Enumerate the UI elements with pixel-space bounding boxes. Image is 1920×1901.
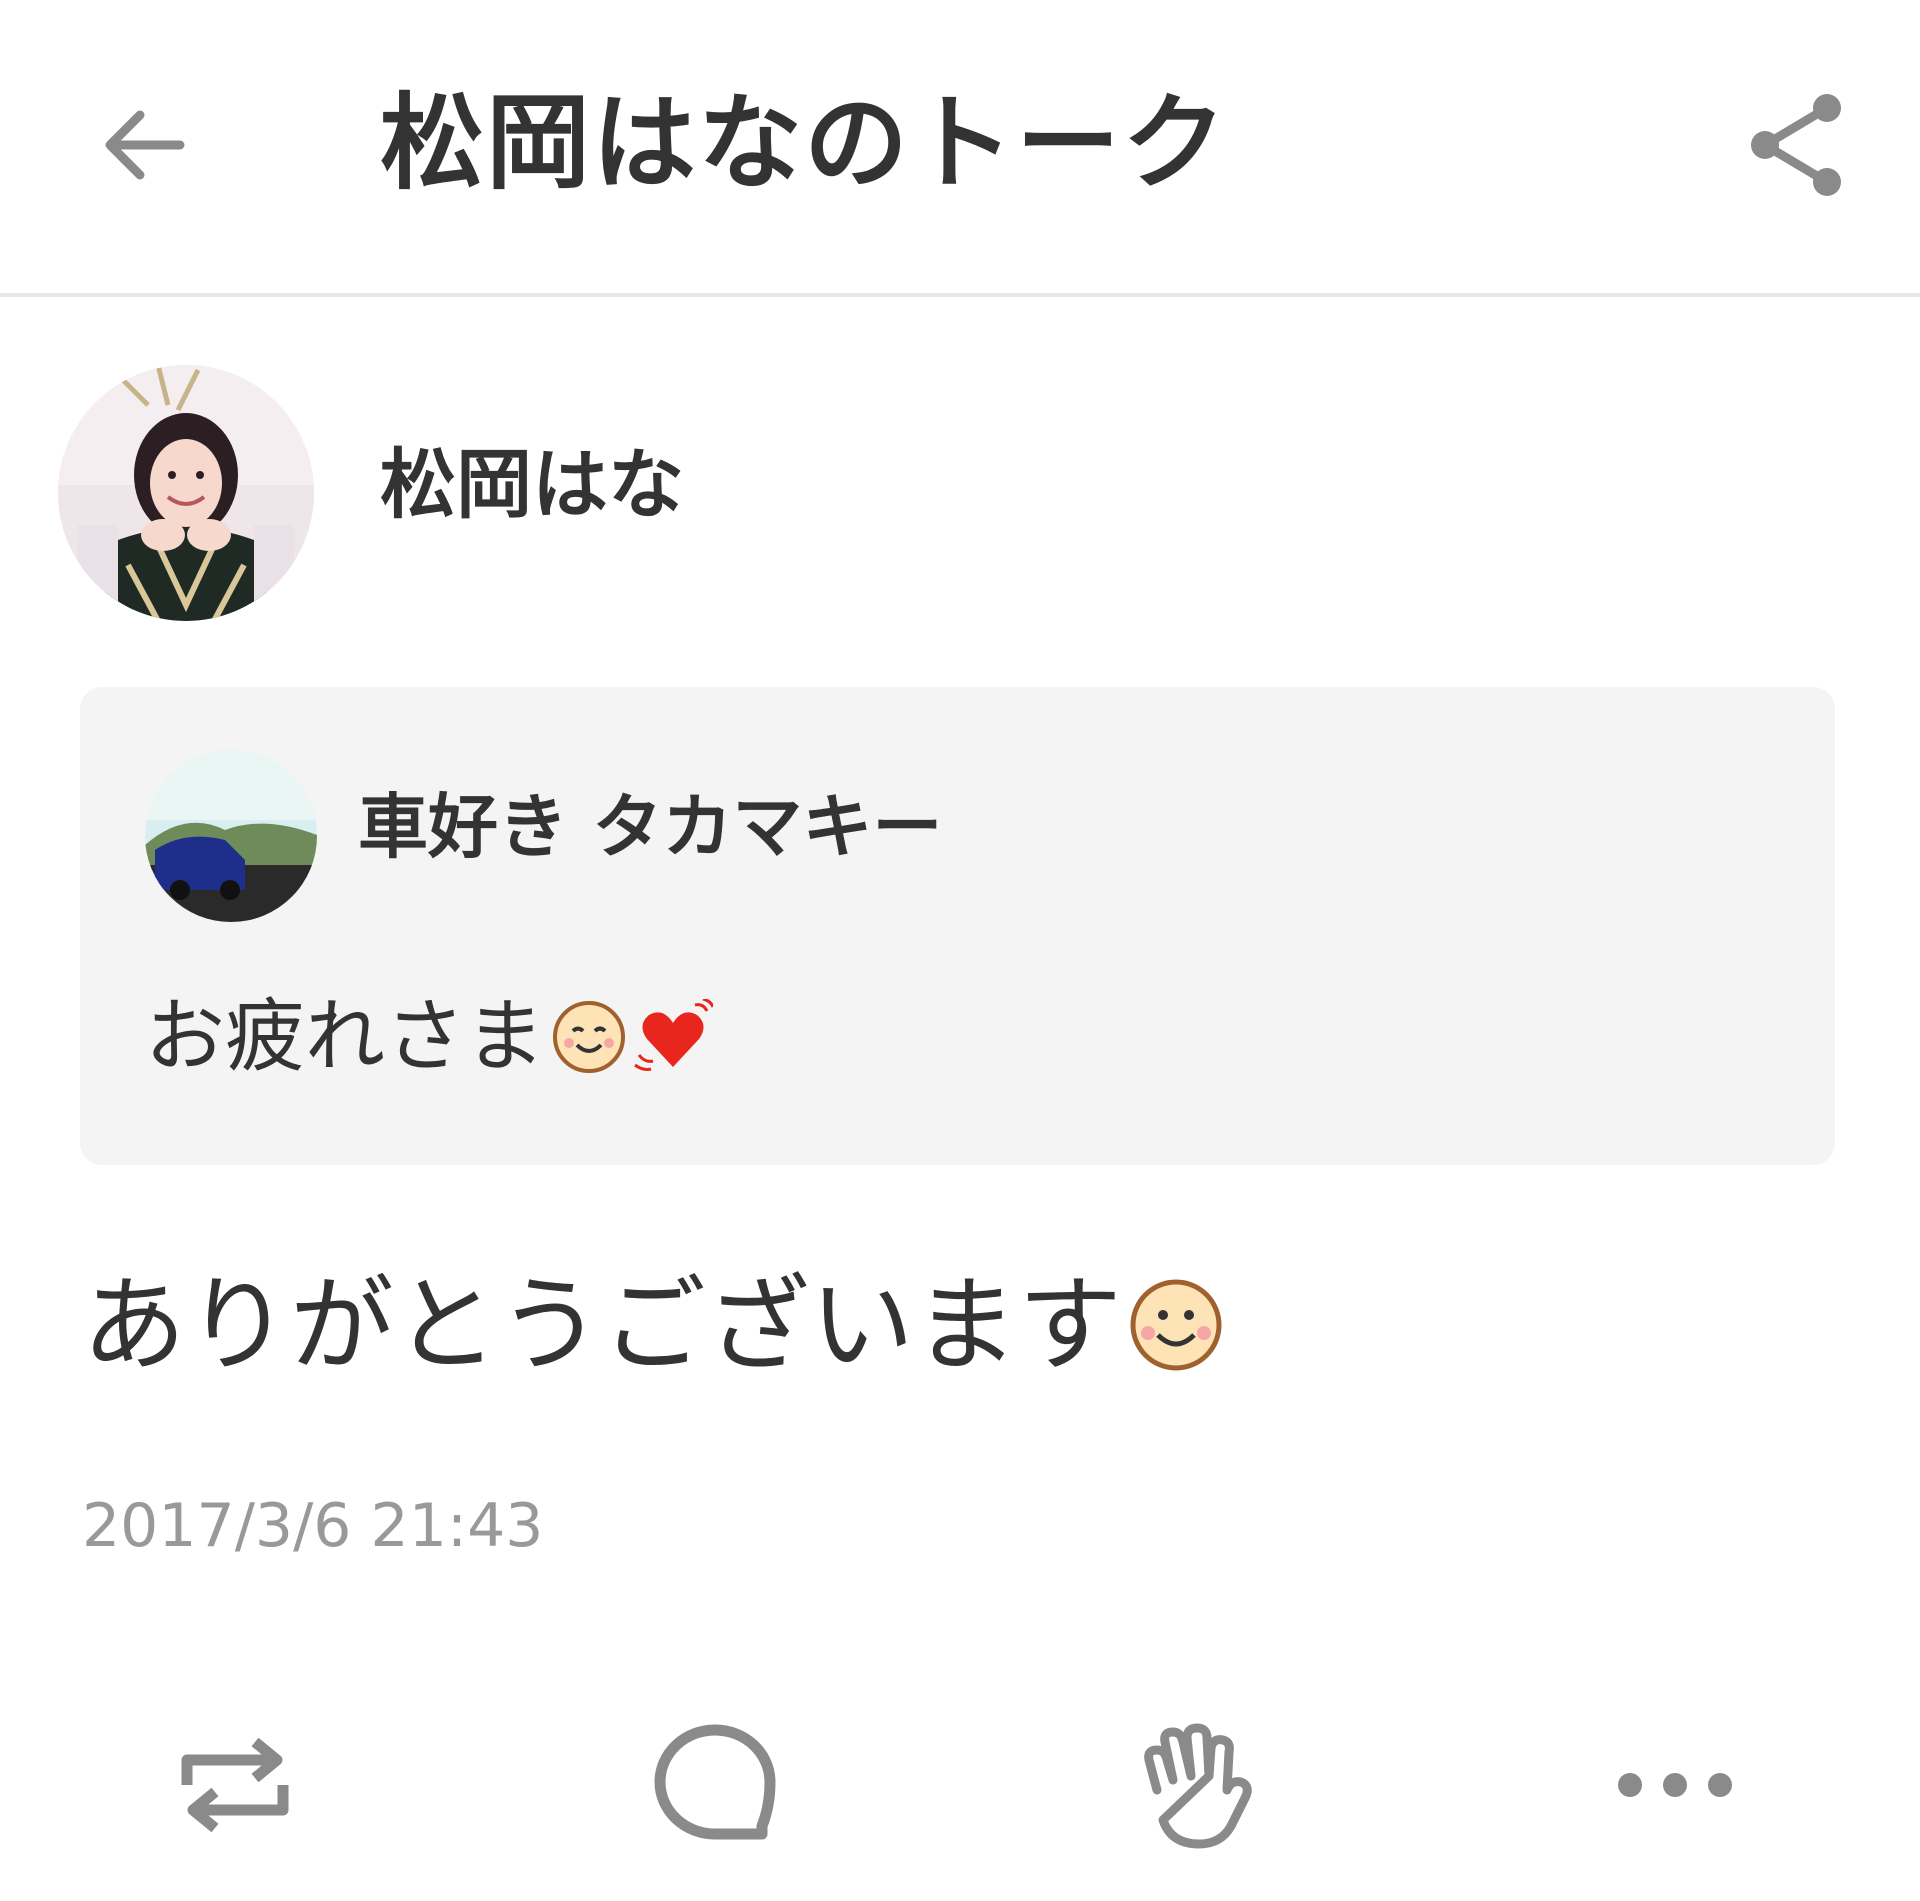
quoted-author-name[interactable]: 車好き タカマキー [358, 782, 942, 872]
header-divider [0, 293, 1920, 297]
author-avatar-photo [58, 365, 314, 621]
more-button[interactable] [1600, 1710, 1750, 1860]
quoted-text-line: お疲れさま [145, 987, 713, 1087]
page-title: 松岡はなのトーク [380, 82, 1229, 204]
repost-icon [181, 1737, 289, 1833]
quoted-message[interactable]: 車好き タカマキー お疲れさま [80, 687, 1835, 1165]
share-button[interactable] [1735, 85, 1855, 205]
share-icon [1751, 94, 1841, 196]
clap-icon [1144, 1723, 1252, 1849]
clap-button[interactable] [1125, 1710, 1275, 1860]
author-avatar[interactable] [58, 365, 314, 621]
back-button[interactable] [90, 90, 200, 200]
quoted-author-avatar[interactable] [145, 750, 317, 922]
post-timestamp: 2017/3/6 21:43 [82, 1491, 544, 1561]
more-icon [1618, 1773, 1732, 1797]
heart-emoji-icon [634, 999, 713, 1071]
post-text-line: ありがとうございます [82, 1260, 1224, 1390]
post-text: ありがとうございます [82, 1264, 1123, 1386]
comment-icon [654, 1724, 776, 1840]
arrow-left-icon [105, 110, 185, 180]
repost-button[interactable] [160, 1710, 310, 1860]
author-name[interactable]: 松岡はな [380, 440, 684, 530]
smile-emoji-icon [1130, 1279, 1222, 1371]
app-header: 松岡はなのトーク [0, 0, 1920, 295]
smile-emoji-icon [553, 1001, 625, 1073]
quoted-text: お疲れさま [145, 990, 545, 1083]
quoted-avatar-photo [145, 750, 317, 922]
comment-button[interactable] [640, 1710, 790, 1860]
